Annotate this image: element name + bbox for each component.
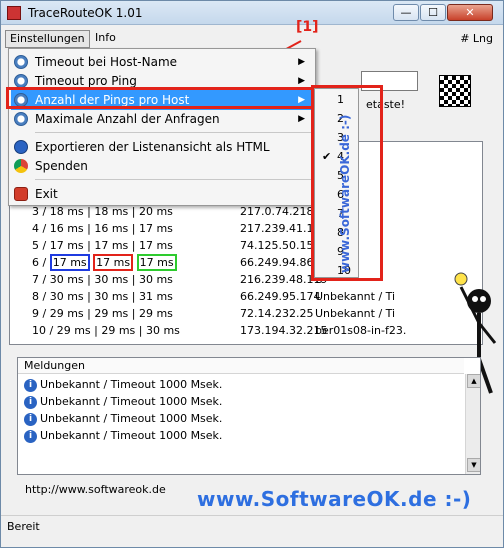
hop-number: 6 / <box>32 256 47 269</box>
clock-icon <box>14 112 28 126</box>
info-icon: i <box>24 378 37 392</box>
status-bar: Bereit <box>1 515 503 535</box>
menu-item-label: Exportieren der Listenansicht als HTML <box>35 140 270 154</box>
messages-header: Meldungen <box>18 358 464 374</box>
message-text: Unbekannt / Timeout 1000 Msek. <box>40 395 223 408</box>
ping-time-2: 17 ms <box>93 254 134 271</box>
message-text: Unbekannt / Timeout 1000 Msek. <box>40 429 223 442</box>
message-row[interactable]: i Unbekannt / Timeout 1000 Msek. <box>24 395 222 409</box>
scroll-up-icon[interactable]: ▲ <box>467 374 480 388</box>
list-row-10[interactable]: 10 / 29 ms | 29 ms | 30 ms <box>32 324 180 337</box>
message-row[interactable]: i Unbekannt / Timeout 1000 Msek. <box>24 378 222 392</box>
info-icon: i <box>24 395 37 409</box>
menu-item-exit[interactable]: Exit <box>11 184 313 204</box>
list-host: ber01s08-in-f23. <box>315 324 407 337</box>
qr-code-icon <box>439 75 471 107</box>
menu-item-donate[interactable]: Spenden <box>11 156 313 176</box>
vertical-watermark: www.SoftwareOK.de :-) <box>338 114 352 273</box>
menu-item-label: Exit <box>35 187 58 201</box>
submenu-arrow-icon: ▶ <box>298 57 305 67</box>
list-host: Unbekannt / Ti <box>315 290 396 303</box>
ping-time-3: 17 ms <box>136 254 177 271</box>
menu-item-timeout-host[interactable]: Timeout bei Host-Name ▶ <box>11 52 313 72</box>
website-link[interactable]: http://www.softwareok.de <box>25 483 166 496</box>
submenu-arrow-icon: ▶ <box>298 114 305 124</box>
brand-watermark: www.SoftwareOK.de :-) <box>197 487 472 511</box>
list-row-5[interactable]: 5 / 17 ms | 17 ms | 17 ms <box>32 239 173 252</box>
exit-icon <box>14 187 28 201</box>
list-row-4[interactable]: 4 / 16 ms | 16 ms | 17 ms <box>32 222 173 235</box>
list-ip: 66.249.95.174 <box>240 290 321 303</box>
menu-separator <box>35 179 313 180</box>
clock-icon <box>14 55 28 69</box>
list-ip: 217.0.74.218 <box>240 205 314 218</box>
list-ip: 66.249.94.86 <box>240 256 314 269</box>
status-text: Bereit <box>7 520 40 533</box>
menu-item-label: Timeout bei Host-Name <box>35 55 178 69</box>
list-ip: 72.14.232.25 <box>240 307 314 320</box>
list-row-6[interactable]: 6 / 17 ms 17 ms 17 ms <box>32 254 177 271</box>
chrome-icon <box>14 159 28 173</box>
message-text: Unbekannt / Timeout 1000 Msek. <box>40 378 223 391</box>
info-icon: i <box>24 429 37 443</box>
menu-item-label: Timeout pro Ping <box>35 74 137 88</box>
highlight-box <box>6 87 315 109</box>
message-row[interactable]: i Unbekannt / Timeout 1000 Msek. <box>24 412 222 426</box>
menu-separator <box>35 132 313 133</box>
menu-item-export-html[interactable]: Exportieren der Listenansicht als HTML <box>11 137 313 157</box>
settings-dropdown: Timeout bei Host-Name ▶ Timeout pro Ping ▶… <box>8 48 316 206</box>
list-row-7[interactable]: 7 / 30 ms | 30 ms | 30 ms <box>32 273 173 286</box>
list-row-9[interactable]: 9 / 29 ms | 29 ms | 29 ms <box>32 307 173 320</box>
list-ip: 74.125.50.153 <box>240 239 321 252</box>
list-row-8[interactable]: 8 / 30 ms | 30 ms | 31 ms <box>32 290 173 303</box>
list-host: Unbekannt / Ti <box>315 307 396 320</box>
messages-scrollbar[interactable]: ▲ ▼ <box>465 374 480 474</box>
menu-item-label: Maximale Anzahl der Anfragen <box>35 112 220 126</box>
info-icon: i <box>24 412 37 426</box>
clock-icon <box>14 74 28 88</box>
messages-panel[interactable]: Meldungen i Unbekannt / Timeout 1000 Msek… <box>17 357 481 475</box>
ping-time-1: 17 ms <box>49 254 90 271</box>
menu-item-label: Spenden <box>35 159 88 173</box>
app-window: TraceRouteOK 1.01 — ☐ ✕ Einstellungen In… <box>0 0 504 548</box>
scroll-down-icon[interactable]: ▼ <box>467 458 480 472</box>
ie-icon <box>14 140 28 154</box>
list-row-3[interactable]: 3 / 18 ms | 18 ms | 20 ms <box>32 205 173 218</box>
message-text: Unbekannt / Timeout 1000 Msek. <box>40 412 223 425</box>
menu-item-max-requests[interactable]: Maximale Anzahl der Anfragen ▶ <box>11 109 313 129</box>
message-row[interactable]: i Unbekannt / Timeout 1000 Msek. <box>24 429 222 443</box>
